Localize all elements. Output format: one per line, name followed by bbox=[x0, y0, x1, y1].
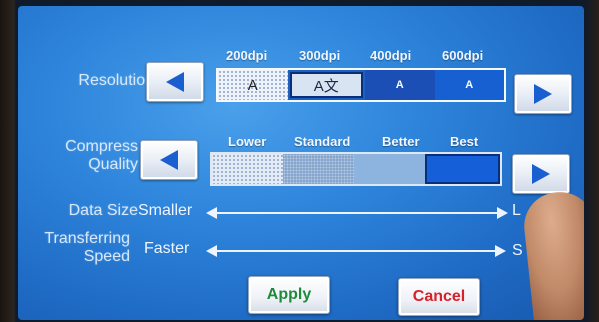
quality-segment-best[interactable] bbox=[425, 154, 500, 184]
arrowhead-left-icon bbox=[206, 207, 217, 219]
user-finger bbox=[520, 188, 584, 320]
quality-bar bbox=[210, 152, 502, 186]
data-size-label: Data Size bbox=[68, 202, 138, 219]
resolution-segment-300dpi-glyph: A文 bbox=[313, 77, 339, 95]
resolution-segment-200dpi[interactable]: A bbox=[218, 70, 288, 100]
quality-option-best-label: Best bbox=[450, 134, 479, 149]
resolution-label: Resolution bbox=[78, 72, 154, 89]
triangle-right-icon bbox=[534, 84, 552, 104]
data-size-arrow bbox=[206, 207, 508, 219]
resolution-segment-300dpi[interactable]: A文 bbox=[289, 72, 363, 98]
resolution-segment-400dpi-glyph: A bbox=[395, 79, 404, 91]
compress-quality-label: Compress Quality bbox=[38, 138, 138, 174]
data-size-smaller-text: Smaller bbox=[138, 202, 193, 219]
data-size-larger-text: L bbox=[512, 202, 521, 219]
quality-option-better-label: Better bbox=[382, 134, 420, 149]
resolution-segment-400dpi[interactable]: A bbox=[365, 70, 435, 100]
speed-slower-text: S bbox=[512, 242, 523, 259]
quality-segment-standard[interactable] bbox=[283, 154, 354, 184]
arrowhead-left-icon bbox=[206, 245, 217, 257]
resolution-option-600dpi-label: 600dpi bbox=[442, 48, 484, 63]
cancel-button[interactable]: Cancel bbox=[398, 278, 480, 316]
arrowhead-right-icon bbox=[495, 245, 506, 257]
compress-quality-label-line2: Quality bbox=[88, 156, 138, 173]
resolution-option-200dpi-label: 200dpi bbox=[226, 48, 268, 63]
quality-segment-better[interactable] bbox=[354, 154, 425, 184]
triangle-left-icon bbox=[166, 72, 184, 92]
resolution-segment-600dpi[interactable]: A bbox=[434, 70, 504, 100]
quality-increase-button[interactable] bbox=[512, 154, 570, 194]
apply-button[interactable]: Apply bbox=[248, 276, 330, 314]
quality-segment-lower[interactable] bbox=[212, 154, 283, 184]
resolution-segment-200dpi-glyph: A bbox=[247, 76, 258, 94]
resolution-option-400dpi-label: 400dpi bbox=[370, 48, 412, 63]
transferring-speed-label-line2: Speed bbox=[83, 248, 130, 265]
quality-option-lower-label: Lower bbox=[228, 134, 267, 149]
arrowhead-right-icon bbox=[497, 207, 508, 219]
triangle-right-icon bbox=[532, 164, 550, 184]
transferring-speed-label: Transferring Speed bbox=[22, 230, 130, 266]
resolution-segment-600dpi-glyph: A bbox=[465, 79, 474, 91]
speed-arrow bbox=[206, 245, 506, 257]
quality-option-standard-label: Standard bbox=[294, 134, 351, 149]
transferring-speed-label-line1: Transferring bbox=[44, 230, 130, 247]
compress-quality-label-line1: Compress bbox=[65, 138, 138, 155]
resolution-bar: A A文 A A bbox=[216, 68, 506, 102]
quality-decrease-button[interactable] bbox=[140, 140, 198, 180]
resolution-increase-button[interactable] bbox=[514, 74, 572, 114]
resolution-decrease-button[interactable] bbox=[146, 62, 204, 102]
resolution-option-300dpi-label: 300dpi bbox=[299, 48, 341, 63]
touch-screen: Resolution 200dpi 300dpi 400dpi 600dpi A… bbox=[18, 6, 584, 320]
triangle-left-icon bbox=[160, 150, 178, 170]
speed-faster-text: Faster bbox=[144, 240, 190, 257]
